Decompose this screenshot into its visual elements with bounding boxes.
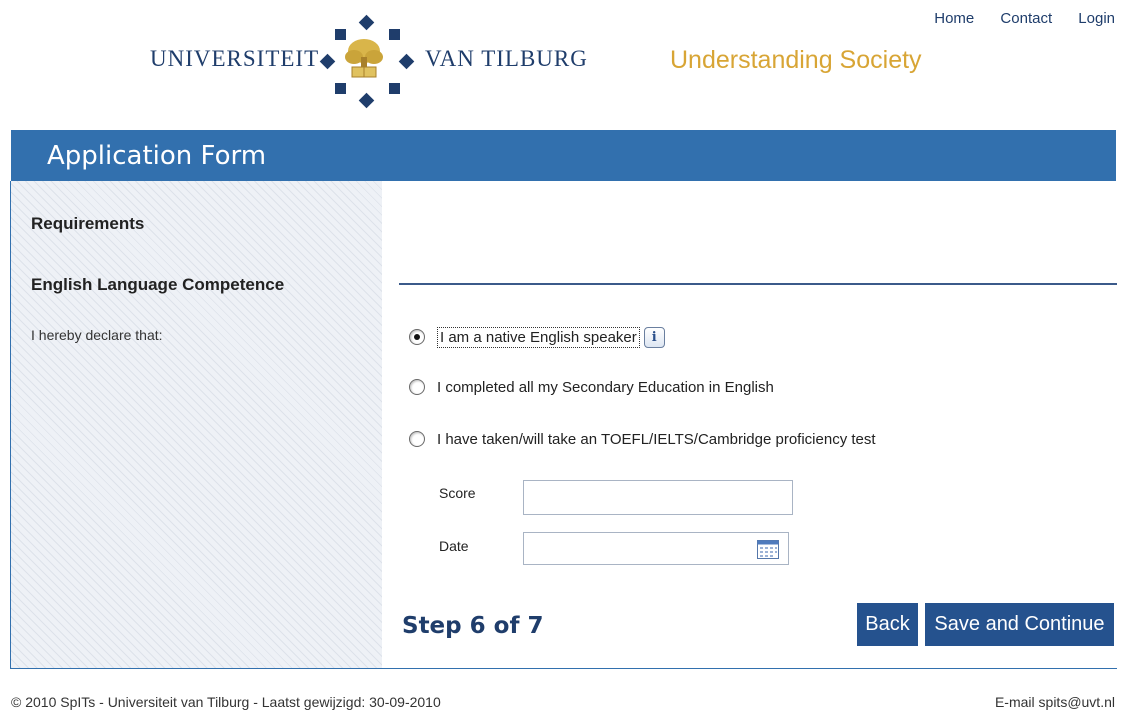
requirements-heading: Requirements	[31, 214, 145, 233]
radio-proficiency-test[interactable]	[409, 431, 425, 447]
logo-square-bl	[335, 83, 346, 94]
back-button[interactable]: Back	[857, 603, 918, 646]
frame-divider-left	[10, 181, 11, 669]
step-indicator: Step 6 of 7	[402, 613, 544, 639]
footer-copyright: © 2010 SpITs - Universiteit van Tilburg …	[11, 694, 441, 710]
date-label: Date	[439, 538, 469, 554]
date-field[interactable]	[523, 532, 789, 565]
logo-square-br	[389, 83, 400, 94]
logo-diamond-top	[358, 14, 375, 31]
info-icon[interactable]: i	[643, 326, 665, 348]
score-label: Score	[439, 485, 476, 501]
nav-contact-link[interactable]: Contact	[1000, 10, 1052, 27]
nav-home-link[interactable]: Home	[934, 10, 974, 27]
section-divider	[399, 283, 1117, 285]
english-competence-heading: English Language Competence	[31, 275, 285, 294]
sidebar	[11, 181, 382, 668]
tagline: Understanding Society	[670, 46, 922, 74]
logo-diamond-right	[398, 53, 415, 70]
university-logo-icon	[345, 39, 383, 78]
option-native-speaker-label[interactable]: I am a native English speaker	[437, 326, 640, 348]
option-proficiency-test-label[interactable]: I have taken/will take an TOEFL/IELTS/Ca…	[437, 431, 876, 448]
nav-login-link[interactable]: Login	[1078, 10, 1115, 27]
radio-native-speaker[interactable]	[409, 329, 425, 345]
score-input[interactable]	[523, 480, 793, 515]
logo-text-right: VAN TILBURG	[425, 46, 588, 71]
logo-square-tr	[389, 29, 400, 40]
logo-diamond-left	[319, 53, 336, 70]
form-bottom-border	[10, 668, 1117, 669]
option-proficiency-test[interactable]: I have taken/will take an TOEFL/IELTS/Ca…	[409, 428, 876, 450]
save-and-continue-button[interactable]: Save and Continue	[925, 603, 1114, 646]
declare-label: I hereby declare that:	[31, 327, 163, 343]
top-nav: Home Contact Login	[912, 10, 1115, 27]
logo-text-left: UNIVERSITEIT	[150, 46, 320, 71]
footer-email[interactable]: E-mail spits@uvt.nl	[995, 694, 1115, 710]
logo-diamond-bottom	[358, 92, 375, 109]
option-secondary-education-label[interactable]: I completed all my Secondary Education i…	[437, 379, 774, 396]
form-title-bar: Application Form	[11, 130, 1116, 181]
option-native-speaker[interactable]: I am a native English speaker i	[409, 326, 665, 348]
radio-secondary-education[interactable]	[409, 379, 425, 395]
option-secondary-education[interactable]: I completed all my Secondary Education i…	[409, 376, 774, 398]
calendar-icon[interactable]	[757, 540, 779, 559]
page-title: Application Form	[47, 141, 267, 171]
